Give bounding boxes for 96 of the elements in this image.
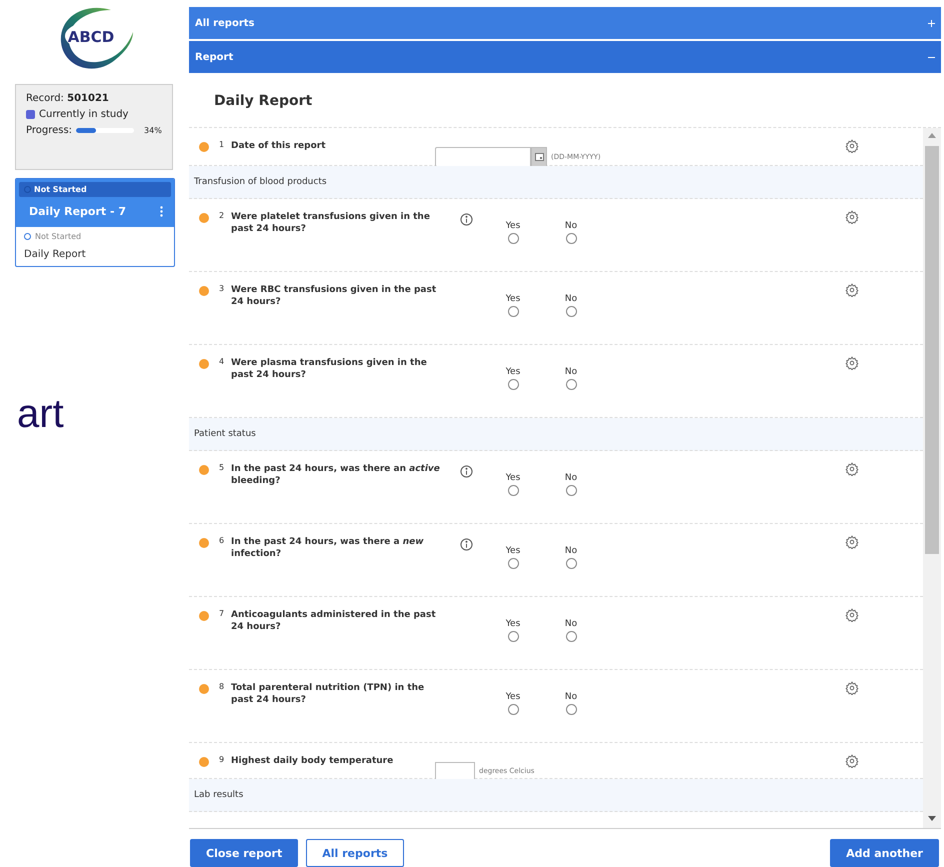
status-dot: [199, 286, 209, 296]
radio-button[interactable]: [508, 306, 518, 317]
question-number: 1: [219, 140, 226, 149]
radio-button[interactable]: [566, 558, 576, 569]
option-label: No: [564, 473, 578, 483]
radio-button[interactable]: [508, 631, 518, 642]
info-icon[interactable]: [460, 213, 473, 226]
report-card[interactable]: Not Started Daily Report - 7 Not Started Daily Report: [15, 178, 175, 267]
question-text: Anticoagulants administered in the past 24 hours?: [231, 609, 437, 633]
question-text: Total parenteral nutrition (TPN) in the past 24 hours?: [231, 682, 426, 706]
temperature-field[interactable]: [435, 762, 475, 780]
status-dot: [199, 757, 209, 767]
progress-percent: 34%: [144, 126, 162, 135]
date-field[interactable]: [435, 147, 531, 167]
settings-icon[interactable]: [845, 681, 859, 695]
settings-icon[interactable]: [845, 462, 859, 476]
info-icon[interactable]: [460, 465, 473, 478]
radio-button[interactable]: [566, 379, 576, 390]
badge-text: Not Started: [34, 185, 87, 194]
status-label: Currently in study: [39, 109, 128, 120]
option-label: Yes: [506, 294, 520, 304]
question-text: In the past 24 hours, was there a new infection?: [231, 536, 425, 560]
radio-button[interactable]: [566, 306, 576, 317]
radio-button[interactable]: [566, 485, 576, 496]
settings-icon[interactable]: [845, 210, 859, 224]
status-dot: [199, 359, 209, 369]
report-title: Daily Report - 7: [29, 205, 126, 218]
settings-icon[interactable]: [845, 535, 859, 549]
status-dot: [199, 611, 209, 621]
section-title: Patient status: [194, 429, 256, 439]
radio-button[interactable]: [508, 558, 518, 569]
question-text: Were platelet transfusions given in the past 24 hours?: [231, 211, 431, 235]
footer-button[interactable]: All reports: [306, 839, 404, 867]
panel-header[interactable]: Report: [189, 41, 941, 73]
status-dot: [199, 465, 209, 475]
footer-button[interactable]: Close report: [190, 839, 298, 867]
status-dot: [199, 213, 209, 223]
info-icon[interactable]: [460, 538, 473, 551]
question-text: Highest daily body temperature: [231, 755, 394, 767]
footer-button[interactable]: Add another: [830, 839, 939, 867]
option-label: Yes: [506, 473, 520, 483]
settings-icon[interactable]: [845, 356, 859, 370]
question-number: 2: [219, 211, 226, 220]
question-number: 8: [219, 682, 226, 691]
option-label: No: [564, 367, 578, 377]
question-number: 9: [219, 755, 226, 764]
slide-text: art: [17, 392, 64, 437]
radio-button[interactable]: [566, 704, 576, 715]
plus-icon[interactable]: [928, 20, 935, 26]
section-title: Lab results: [194, 790, 244, 800]
form-title: Daily Report: [213, 92, 314, 111]
option-label: No: [564, 619, 578, 629]
radio-button[interactable]: [508, 704, 518, 715]
question-number: 4: [219, 357, 226, 366]
kebab-menu-icon[interactable]: [160, 206, 163, 217]
option-label: Yes: [506, 546, 520, 556]
record-number: Record: 501021: [26, 93, 110, 104]
question-text: In the past 24 hours, was there an active bleeding?: [231, 463, 441, 487]
option-label: No: [564, 221, 578, 231]
radio-button[interactable]: [566, 631, 576, 642]
settings-icon[interactable]: [845, 139, 859, 153]
option-label: Yes: [506, 367, 520, 377]
question-number: 6: [219, 536, 226, 545]
radio-button[interactable]: [508, 379, 518, 390]
option-label: Yes: [506, 692, 520, 702]
panel-header[interactable]: All reports: [189, 7, 941, 39]
panel-title: Report: [195, 52, 234, 62]
settings-icon[interactable]: [845, 608, 859, 622]
progress-label: Progress:: [26, 125, 72, 136]
question-number: 3: [219, 284, 226, 293]
settings-icon[interactable]: [845, 283, 859, 297]
option-label: Yes: [506, 221, 520, 231]
report-name: Daily Report: [24, 249, 87, 260]
radio-button[interactable]: [566, 233, 576, 244]
calendar-icon[interactable]: [534, 153, 544, 161]
section-title: Transfusion of blood products: [194, 177, 327, 187]
radio-button[interactable]: [508, 485, 518, 496]
settings-icon[interactable]: [845, 754, 859, 768]
status-dot: [199, 142, 209, 152]
option-label: No: [564, 692, 578, 702]
question-number: 5: [219, 463, 226, 472]
status-dot: [199, 538, 209, 548]
scrollbar[interactable]: [923, 128, 941, 828]
question-text: Date of this report: [231, 140, 327, 152]
option-label: Yes: [506, 619, 520, 629]
circle-icon: [24, 186, 31, 193]
question-text: Were RBC transfusions given in the past 24 hours?: [231, 284, 438, 308]
radio-button[interactable]: [508, 233, 518, 244]
option-label: No: [564, 546, 578, 556]
status-dot: [199, 684, 209, 694]
status-text: Not Started: [35, 232, 82, 241]
panel-title: All reports: [195, 18, 254, 28]
circle-icon: [24, 233, 31, 240]
option-label: No: [564, 294, 578, 304]
question-number: 7: [219, 609, 226, 618]
question-text: Were plasma transfusions given in the past 24 hours?: [231, 357, 428, 381]
